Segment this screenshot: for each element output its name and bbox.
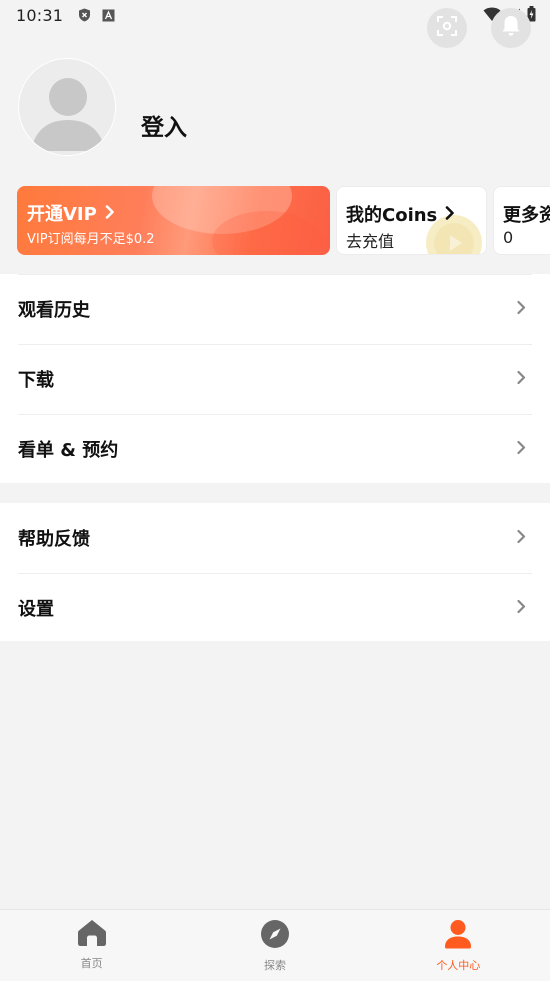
chevron-right-icon [517, 300, 526, 319]
menu-item-watch-history[interactable]: 观看历史 [0, 274, 550, 344]
menu-group-secondary: 帮助反馈 设置 [0, 503, 550, 641]
coins-title: 我的Coins [346, 201, 455, 227]
menu-item-download[interactable]: 下载 [0, 344, 550, 414]
chevron-right-icon [517, 370, 526, 389]
notification-button[interactable] [491, 8, 531, 48]
menu-item-label: 看单 & 预约 [18, 440, 119, 461]
home-icon [77, 919, 107, 951]
vip-card[interactable]: 开通VIP VIP订阅每月不足$0.2 [17, 186, 330, 255]
menu-item-label: 设置 [18, 599, 54, 620]
scan-icon [437, 16, 457, 40]
chevron-right-icon [517, 529, 526, 548]
tab-profile[interactable]: 个人中心 [367, 910, 550, 981]
coins-subtitle: 去充值 [346, 232, 395, 251]
tab-label: 首页 [80, 957, 103, 970]
cards-row: 开通VIP VIP订阅每月不足$0.2 我的Coins 去充值 更多资 0 [17, 186, 550, 255]
chevron-right-icon [445, 204, 455, 225]
compass-icon [260, 919, 290, 953]
login-button[interactable]: 登入 [141, 108, 187, 142]
tab-home[interactable]: 首页 [0, 910, 183, 981]
vip-title-text: 开通VIP [27, 204, 97, 225]
tab-label: 个人中心 [436, 959, 481, 972]
chevron-right-icon [517, 599, 526, 618]
more-subtitle: 0 [503, 228, 514, 247]
chevron-right-icon [105, 203, 115, 224]
scan-button[interactable] [427, 8, 467, 48]
divider [18, 274, 532, 275]
coins-title-text: 我的Coins [346, 205, 438, 226]
vip-title: 开通VIP [27, 200, 115, 226]
vip-subtitle: VIP订阅每月不足$0.2 [27, 232, 155, 247]
divider [18, 344, 532, 345]
divider [18, 573, 532, 574]
menu-item-help-feedback[interactable]: 帮助反馈 [0, 503, 550, 573]
tab-explore[interactable]: 探索 [183, 910, 366, 981]
a-icon [101, 8, 115, 22]
coins-card[interactable]: 我的Coins 去充值 [336, 186, 487, 255]
status-bar: 10:31 [0, 0, 550, 30]
menu-item-label: 观看历史 [18, 300, 90, 321]
more-card[interactable]: 更多资 0 [493, 186, 550, 255]
menu-item-label: 帮助反馈 [18, 529, 90, 550]
divider [18, 414, 532, 415]
avatar[interactable] [18, 58, 116, 156]
menu-item-settings[interactable]: 设置 [0, 573, 550, 643]
menu-group-primary: 观看历史 下载 看单 & 预约 [0, 274, 550, 483]
chevron-right-icon [517, 440, 526, 459]
status-time: 10:31 [16, 5, 64, 25]
shield-x-icon [77, 8, 91, 22]
more-title: 更多资 [503, 205, 550, 226]
status-icons-left [77, 8, 115, 22]
bell-icon [501, 15, 521, 41]
menu-item-watchlist[interactable]: 看单 & 预约 [0, 414, 550, 484]
menu-item-label: 下载 [18, 370, 54, 391]
bottom-tab-bar: 首页 探索 个人中心 [0, 909, 550, 981]
person-icon [444, 919, 472, 953]
tab-label: 探索 [263, 959, 286, 972]
